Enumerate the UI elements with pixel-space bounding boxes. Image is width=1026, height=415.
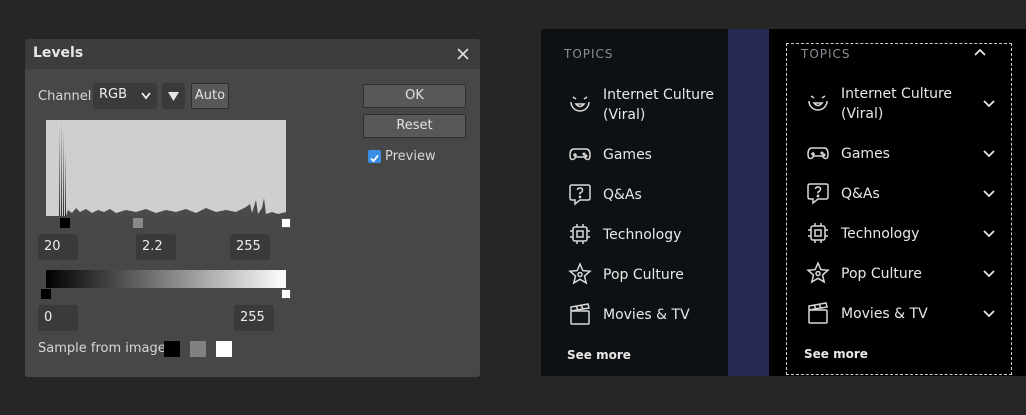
channel-select-value: RGB	[99, 87, 128, 102]
see-more-link[interactable]: See more	[804, 347, 868, 361]
checkmark-icon	[370, 154, 379, 163]
topics-heading: TOPICS	[801, 47, 851, 61]
reset-button[interactable]: Reset	[363, 114, 466, 138]
topic-label: Technology	[603, 227, 682, 243]
topic-label: Movies & TV	[603, 307, 690, 323]
output-white-handle[interactable]	[281, 289, 291, 299]
channel-menu-button[interactable]	[162, 83, 185, 109]
topics-panel-collapsed: TOPICS Internet Culture (Viral) Games Q&…	[541, 29, 728, 376]
chevron-down-icon[interactable]	[981, 185, 997, 201]
topic-label: Pop Culture	[841, 266, 922, 282]
input-white-handle[interactable]	[281, 218, 291, 228]
chip-icon	[570, 224, 590, 244]
sample-label: Sample from image:	[38, 341, 171, 356]
topic-item-pop-culture[interactable]: Pop Culture	[806, 261, 1006, 285]
topic-item-games[interactable]: Games	[806, 141, 1006, 165]
channel-label: Channel:	[38, 89, 96, 104]
close-icon[interactable]	[454, 43, 472, 63]
question-bubble-icon	[807, 183, 829, 205]
topic-item-movies-tv[interactable]: Movies & TV	[568, 302, 728, 326]
output-black-handle[interactable]	[41, 289, 51, 299]
chevron-down-icon[interactable]	[981, 95, 997, 111]
topic-label: Q&As	[603, 187, 642, 203]
chevron-down-icon[interactable]	[981, 265, 997, 281]
see-more-link[interactable]: See more	[567, 348, 631, 362]
sample-black-swatch[interactable]	[164, 341, 180, 357]
input-gamma-field[interactable]: 2.2	[136, 234, 176, 260]
topic-label: Movies & TV	[841, 306, 928, 322]
accent-strip	[728, 29, 769, 376]
input-black-field[interactable]: 20	[38, 234, 78, 260]
topic-item-internet-culture[interactable]: Internet Culture (Viral)	[806, 86, 1006, 122]
output-white-field[interactable]: 255	[234, 305, 274, 331]
topic-label: Games	[841, 146, 890, 162]
chevron-down-icon[interactable]	[981, 305, 997, 321]
topic-label: Technology	[841, 226, 920, 242]
channel-select[interactable]: RGB	[93, 83, 157, 109]
topics-panel-expanded: TOPICS Internet Culture (Viral) Games Q&…	[769, 29, 1026, 376]
sample-gray-swatch[interactable]	[190, 341, 206, 357]
gamepad-icon	[807, 147, 829, 160]
topic-item-games[interactable]: Games	[568, 142, 728, 166]
ok-button[interactable]: OK	[363, 84, 466, 108]
topic-label: Games	[603, 147, 652, 163]
star-badge-icon	[568, 262, 592, 285]
gamepad-icon	[569, 148, 591, 161]
topic-label: Internet Culture (Viral)	[603, 87, 715, 123]
input-white-field[interactable]: 255	[230, 234, 270, 260]
star-badge-icon	[806, 261, 830, 284]
sample-white-swatch[interactable]	[216, 341, 232, 357]
dialog-titlebar[interactable]: Levels	[25, 39, 480, 69]
input-black-handle[interactable]	[60, 218, 70, 228]
clapperboard-icon	[808, 302, 828, 324]
histogram	[46, 120, 286, 216]
topics-heading: TOPICS	[564, 47, 614, 61]
preview-checkbox[interactable]	[368, 150, 381, 163]
topic-item-technology[interactable]: Technology	[568, 222, 728, 246]
topic-label: Internet Culture (Viral)	[841, 86, 953, 122]
input-gamma-handle[interactable]	[133, 218, 143, 228]
topic-item-technology[interactable]: Technology	[806, 221, 1006, 245]
histogram-graph	[59, 120, 286, 216]
chevron-down-icon	[141, 92, 151, 100]
auto-button[interactable]: Auto	[191, 83, 229, 109]
topic-item-movies-tv[interactable]: Movies & TV	[806, 301, 1006, 325]
chevron-up-icon[interactable]	[972, 46, 988, 58]
triangle-down-icon	[168, 92, 179, 101]
clapperboard-icon	[570, 303, 590, 325]
laughing-face-icon	[570, 96, 590, 112]
preview-label: Preview	[385, 149, 436, 164]
topic-item-qas[interactable]: Q&As	[568, 182, 728, 206]
output-gradient	[46, 270, 286, 288]
dialog-title: Levels	[33, 45, 84, 61]
topic-item-internet-culture[interactable]: Internet Culture (Viral)	[568, 87, 728, 123]
question-bubble-icon	[569, 184, 591, 206]
chevron-down-icon[interactable]	[981, 225, 997, 241]
output-black-field[interactable]: 0	[38, 305, 78, 331]
levels-dialog: Levels Channel: RGB Auto OK Reset Previe…	[25, 39, 480, 377]
chip-icon	[808, 223, 828, 243]
laughing-face-icon	[808, 95, 828, 111]
chevron-down-icon[interactable]	[981, 145, 997, 161]
topic-item-pop-culture[interactable]: Pop Culture	[568, 262, 728, 286]
topic-label: Pop Culture	[603, 267, 684, 283]
topic-item-qas[interactable]: Q&As	[806, 181, 1006, 205]
topic-label: Q&As	[841, 186, 880, 202]
